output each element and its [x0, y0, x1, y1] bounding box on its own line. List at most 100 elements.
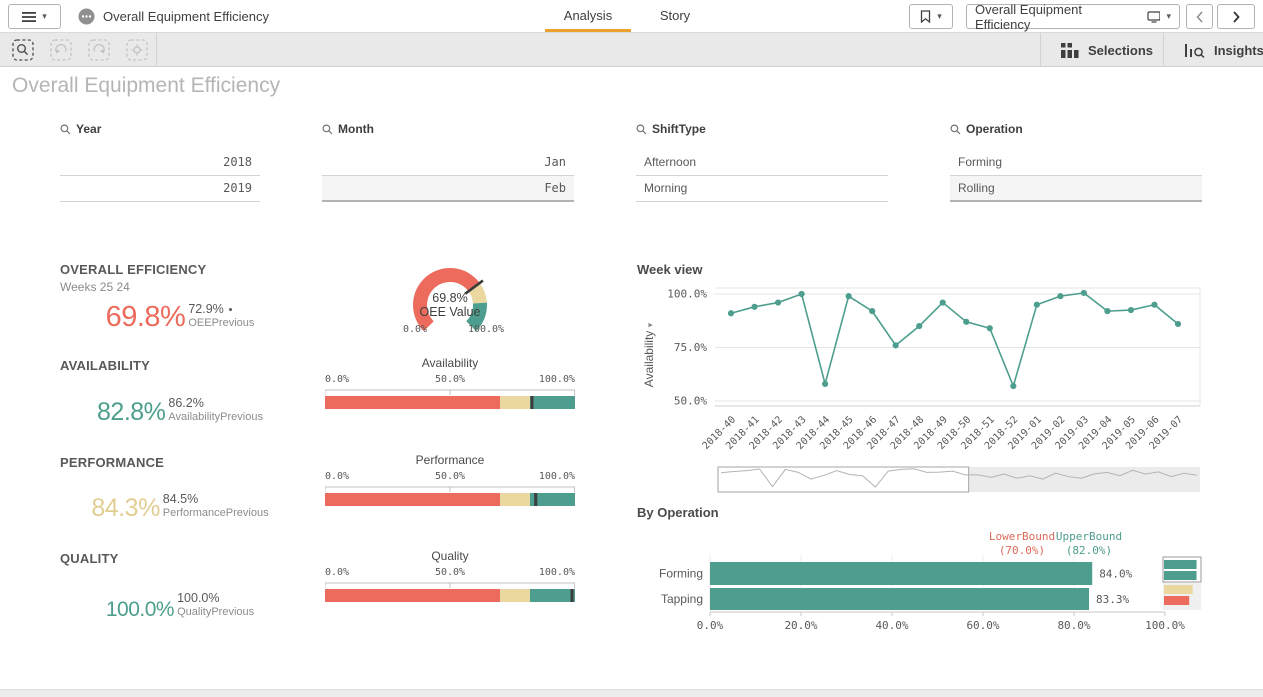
filter-title-shifttype[interactable]: ShiftType: [636, 121, 888, 137]
global-menu-button[interactable]: ▾: [8, 4, 61, 29]
kpi-header-overall-efficiency: OVERALL EFFICIENCY: [60, 262, 206, 277]
step-forward-button[interactable]: [84, 37, 114, 63]
tab-analysis[interactable]: Analysis: [545, 0, 631, 32]
kpi-value: 100.0%: [106, 600, 174, 620]
filter-name: ShiftType: [652, 122, 706, 136]
data-point-2018-44: [822, 381, 828, 387]
bookmarks-button[interactable]: ▾: [909, 4, 953, 29]
undo-icon: [50, 39, 72, 61]
bottom-strip: [0, 689, 1263, 697]
svg-text:40.0%: 40.0%: [875, 619, 908, 632]
week-view-chart[interactable]: Week view Availability ▾ 50.0%75.0%100.0…: [637, 262, 1210, 497]
data-point-2019-04: [1104, 308, 1110, 314]
step-back-button[interactable]: [46, 37, 76, 63]
bullet-performance[interactable]: Performance0.0%50.0%100.0%: [325, 453, 575, 507]
svg-text:50.0%: 50.0%: [674, 395, 707, 408]
kpi-header-availability: AVAILABILITY: [60, 358, 150, 373]
minimap-bar: [1164, 571, 1197, 580]
bar-forming: [710, 562, 1092, 585]
sheet-icon: [1147, 11, 1161, 23]
chevron-down-icon: ▾: [42, 12, 47, 21]
svg-text:0.0%: 0.0%: [403, 324, 427, 335]
clear-selections-button[interactable]: [122, 37, 152, 63]
chevron-left-icon: [1196, 11, 1204, 23]
by-operation-plot[interactable]: Forming84.0%Tapping83.3%0.0%20.0%40.0%60…: [637, 553, 1210, 641]
insights-button[interactable]: Insights: [1178, 33, 1263, 67]
filter-item-forming[interactable]: Forming: [950, 150, 1202, 176]
data-point-2019-01: [1034, 302, 1040, 308]
filter-item-2019[interactable]: 2019: [60, 176, 260, 202]
previous-sheet-button[interactable]: [1186, 4, 1213, 29]
next-sheet-button[interactable]: [1217, 4, 1255, 29]
sheet-selector[interactable]: Overall Equipment Efficiency ▾: [966, 4, 1180, 29]
filter-name: Month: [338, 122, 374, 136]
toolbar-divider: [1040, 33, 1041, 67]
insight-advisor-icon: [1184, 42, 1205, 58]
filter-name: Year: [76, 122, 101, 136]
selections-toolbar: Selections Insights: [0, 33, 1263, 67]
search-icon: [636, 124, 647, 135]
axis-tick-label: 100.0%: [539, 567, 575, 578]
kpi-previous-value: 84.5%: [163, 492, 269, 507]
data-point-2018-50: [963, 319, 969, 325]
kpi-previous-label: AvailabilityPrevious: [168, 411, 263, 424]
sheet-selector-label: Overall Equipment Efficiency: [975, 2, 1141, 32]
filter-title-year[interactable]: Year: [60, 121, 260, 137]
filter-item-morning[interactable]: Morning: [636, 176, 888, 202]
selections-grid-icon: [1061, 43, 1079, 58]
bullet-availability[interactable]: Availability0.0%50.0%100.0%: [325, 356, 575, 410]
insights-label: Insights: [1214, 43, 1263, 58]
filter-title-operation[interactable]: Operation: [950, 121, 1202, 137]
svg-text:69.8%: 69.8%: [432, 291, 467, 305]
data-point-2018-51: [987, 325, 993, 331]
by-operation-chart[interactable]: By Operation LowerBound (70.0%) UpperBou…: [637, 505, 1210, 645]
week-view-plot[interactable]: 50.0%75.0%100.0%2018-402018-412018-42201…: [637, 280, 1210, 497]
svg-text:83.3%: 83.3%: [1096, 593, 1129, 606]
filter-title-month[interactable]: Month: [322, 121, 574, 137]
svg-text:Tapping: Tapping: [661, 592, 703, 606]
filter-item-rolling[interactable]: Rolling: [950, 176, 1202, 202]
bullet-title: Quality: [325, 549, 575, 564]
data-point-2018-49: [940, 299, 946, 305]
bullet-quality[interactable]: Quality0.0%50.0%100.0%: [325, 549, 575, 603]
minimap-bar: [1164, 596, 1189, 605]
tab-story[interactable]: Story: [640, 0, 710, 32]
kpi-oee: 69.8%72.9%OEEPrevious: [70, 302, 290, 331]
axis-tick-label: 100.0%: [539, 471, 575, 482]
minimap-bar: [1164, 585, 1193, 594]
selections-tool-button[interactable]: Selections: [1055, 33, 1159, 67]
week-view-title: Week view: [637, 262, 1210, 280]
kpi-value: 69.8%: [106, 304, 186, 332]
svg-text:80.0%: 80.0%: [1057, 619, 1090, 632]
data-point-2019-07: [1175, 321, 1181, 327]
filter-item-feb[interactable]: Feb: [322, 176, 574, 202]
axis-tick-label: 100.0%: [539, 374, 575, 385]
oee-gauge-chart[interactable]: 69.8%OEE Value 0.0% 100.0%: [393, 262, 508, 340]
chevron-right-icon: [1232, 11, 1240, 23]
filter-item-afternoon[interactable]: Afternoon: [636, 150, 888, 176]
svg-text:20.0%: 20.0%: [784, 619, 817, 632]
chevron-down-icon: ▾: [645, 323, 655, 328]
bullet-title: Performance: [325, 453, 575, 468]
data-point-2019-05: [1128, 307, 1134, 313]
kpi-availability: 82.8%86.2%AvailabilityPrevious: [70, 396, 290, 425]
data-point-2018-41: [751, 304, 757, 310]
filter-name: Operation: [966, 122, 1023, 136]
minimap-bar: [1164, 560, 1197, 569]
filter-item-jan[interactable]: Jan: [322, 150, 574, 176]
search-icon: [60, 124, 71, 135]
bookmark-icon: [920, 10, 931, 23]
top-bar: ▾ Overall Equipment Efficiency Analysis …: [0, 0, 1263, 33]
y-axis-label[interactable]: Availability ▾: [642, 303, 656, 407]
clear-selections-icon: [126, 39, 148, 61]
svg-text:OEE Value: OEE Value: [420, 305, 481, 319]
svg-text:100.0%: 100.0%: [468, 324, 504, 335]
app-icon: [78, 8, 95, 25]
smart-search-button[interactable]: [8, 37, 38, 63]
kpi-performance: 84.3%84.5%PerformancePrevious: [70, 492, 290, 521]
selections-label: Selections: [1088, 43, 1153, 58]
kpi-header-quality: QUALITY: [60, 551, 118, 566]
filter-item-2018[interactable]: 2018: [60, 150, 260, 176]
bullet-axis-labels: 0.0%50.0%100.0%: [325, 374, 575, 388]
kpi-value: 84.3%: [91, 497, 159, 521]
